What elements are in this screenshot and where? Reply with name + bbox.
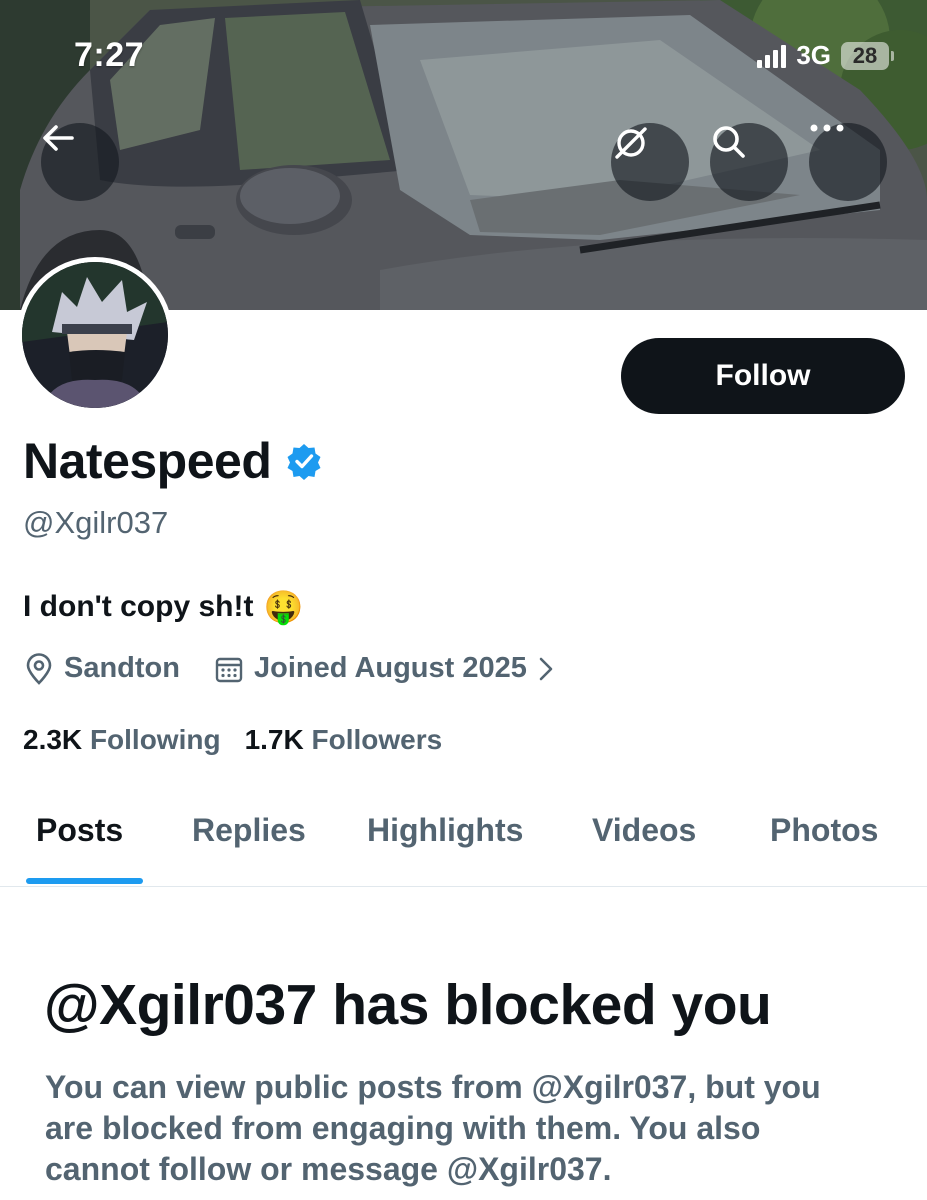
profile-banner: 7:27 3G 28 [0,0,927,310]
search-button[interactable] [710,123,788,201]
display-name: Natespeed [23,433,272,489]
more-icon [810,124,844,132]
back-button[interactable] [41,123,119,201]
tab-highlights[interactable]: Highlights [367,812,523,849]
location-pin-icon [26,652,52,685]
money-mouth-emoji: 🤑 [263,589,304,625]
tab-photos[interactable]: Photos [770,812,878,849]
battery-icon: 28 [841,41,894,70]
active-tab-indicator [26,878,143,884]
profile-handle: @Xgilr037 [23,505,169,540]
joined-item[interactable]: Joined August 2025 [214,652,555,685]
grok-icon [615,127,647,159]
status-bar-time: 7:27 [74,36,145,74]
location-text: Sandton [64,652,180,684]
followers-count: 1.7K [244,724,304,755]
profile-display-name: Natespeed [23,432,323,490]
tab-videos[interactable]: Videos [592,812,696,849]
tab-replies[interactable]: Replies [192,812,306,849]
more-button[interactable] [809,123,887,201]
joined-text: Joined August 2025 [254,652,527,684]
bio-text: I don't copy sh!t [23,590,254,623]
followers-link[interactable]: 1.7K Followers [245,724,443,756]
following-count: 2.3K [23,724,83,755]
search-icon [713,126,745,158]
profile-meta: Sandton Joined August 2025 [24,652,555,685]
blocked-description: You can view public posts from @Xgilr037… [45,1069,821,1187]
avatar[interactable] [17,257,173,413]
following-label: Following [89,724,221,755]
followers-label: Followers [311,724,443,755]
follow-counts: 2.3K Following 1.7K Followers [23,724,442,756]
network-type: 3G [796,40,831,70]
profile-bio: I don't copy sh!t 🤑 [23,588,303,626]
grok-button[interactable] [611,123,689,201]
location-item: Sandton [24,652,180,685]
tab-posts[interactable]: Posts [36,812,123,849]
signal-icon [757,44,787,68]
blocked-title: @Xgilr037 has blocked you [44,973,772,1037]
avatar-image [22,262,168,408]
calendar-icon [215,657,243,682]
battery-level: 28 [852,42,878,68]
status-bar-indicators: 3G 28 [757,40,894,71]
verified-badge-icon[interactable] [285,442,323,480]
following-link[interactable]: 2.3K Following [23,724,221,756]
chevron-right-icon [539,657,553,680]
follow-button[interactable]: Follow [621,338,905,414]
profile-tabs: Posts Replies Highlights Videos Photos [0,790,927,887]
arrow-left-icon [43,125,74,151]
